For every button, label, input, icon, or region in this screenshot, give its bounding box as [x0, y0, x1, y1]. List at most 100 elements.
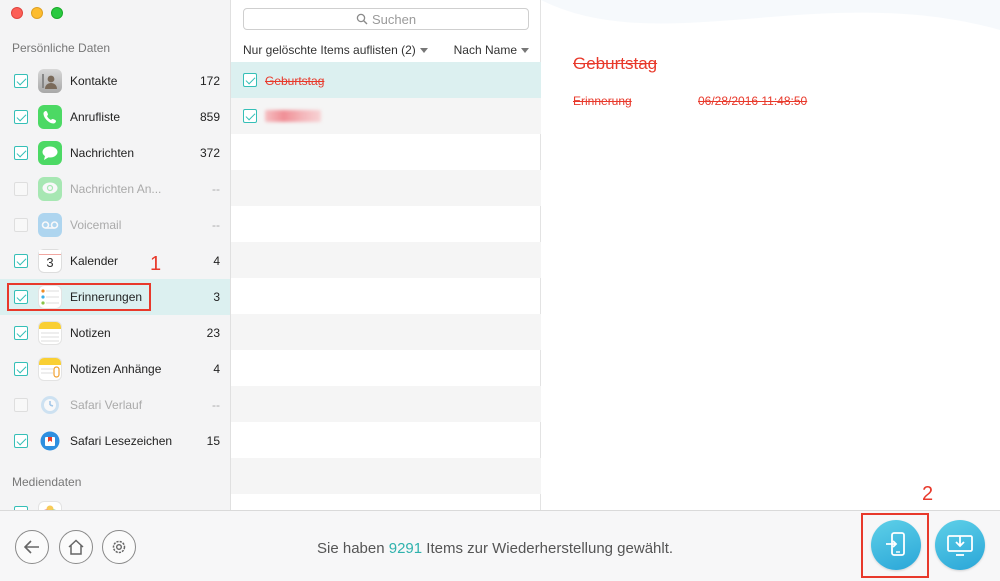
contacts-icon [38, 69, 62, 93]
detail-pane: Geburtstag Erinnerung 06/28/2016 11:48:5… [541, 0, 1000, 510]
section-title-personal: Persönliche Daten [12, 41, 111, 55]
sidebar-item-erinnerungen[interactable]: Erinnerungen 3 [0, 279, 230, 315]
sidebar-item-label: Kontakte [70, 74, 118, 88]
sidebar-item-voicemail[interactable]: Voicemail -- [0, 207, 230, 243]
filter-bar: Nur gelöschte Items auflisten (2) Nach N… [231, 36, 541, 62]
checkbox[interactable] [14, 74, 28, 88]
empty-row [231, 386, 541, 422]
home-icon [68, 539, 84, 555]
bottom-bar: Sie haben 9291 Items zur Wiederherstellu… [0, 510, 1000, 581]
settings-button[interactable] [102, 530, 136, 564]
messages-icon [38, 141, 62, 165]
section-title-media: Mediendaten [12, 475, 82, 489]
checkbox[interactable] [14, 290, 28, 304]
sidebar-item-count: -- [212, 398, 220, 412]
item-list-pane: Suchen Nur gelöschte Items auflisten (2)… [231, 0, 541, 510]
empty-row [231, 314, 541, 350]
sidebar-item-nachrichten-anhaenge[interactable]: Nachrichten An... -- [0, 171, 230, 207]
sidebar-item-label: Erinnerungen [70, 290, 143, 304]
empty-row [231, 278, 541, 314]
home-button[interactable] [59, 530, 93, 564]
sidebar-item-label: Voicemail [70, 218, 122, 232]
deleted-filter-dropdown[interactable]: Nur gelöschte Items auflisten (2) [243, 43, 428, 57]
checkbox[interactable] [14, 398, 28, 412]
checkbox[interactable] [243, 73, 257, 87]
sidebar-item-photos[interactable] [0, 495, 230, 510]
sidebar-item-label: Anrufliste [70, 110, 121, 124]
sidebar-item-count: 3 [213, 290, 220, 304]
sidebar-item-count: 23 [206, 326, 220, 340]
sort-dropdown[interactable]: Nach Name [454, 43, 529, 57]
sidebar-item-label: Nachrichten An... [70, 182, 162, 196]
sidebar-item-label: Nachrichten [70, 146, 135, 160]
sidebar-item-nachrichten[interactable]: Nachrichten 372 [0, 135, 230, 171]
sidebar-item-count: 172 [199, 74, 220, 88]
chevron-down-icon [419, 48, 428, 54]
status-suffix: Items zur Wiederherstellung gewählt. [426, 540, 674, 557]
reminders-icon [38, 285, 62, 309]
sidebar-item-count: 372 [199, 146, 220, 160]
sidebar-item-kalender[interactable]: 3 Kalender 4 [0, 243, 230, 279]
notes-icon [38, 321, 62, 345]
checkbox[interactable] [14, 362, 28, 376]
checkbox[interactable] [14, 326, 28, 340]
sidebar-item-kontakte[interactable]: Kontakte 172 [0, 63, 230, 99]
gear-icon [112, 540, 126, 554]
empty-row [231, 206, 541, 242]
step-2-label: 2 [922, 483, 934, 505]
minimize-window-button[interactable] [31, 7, 43, 19]
maximize-window-button[interactable] [51, 7, 63, 19]
filter-label: Nur gelöschte Items auflisten (2) [243, 43, 416, 57]
category-sidebar: Persönliche Daten Kontakte 172 Anruflist… [0, 0, 231, 510]
empty-row [231, 350, 541, 386]
sidebar-item-safari-lesezeichen[interactable]: Safari Lesezeichen 15 [0, 423, 230, 459]
checkbox[interactable] [14, 218, 28, 232]
sidebar-item-safari-verlauf[interactable]: Safari Verlauf -- [0, 387, 230, 423]
empty-row [231, 170, 541, 206]
status-prefix: Sie haben [317, 540, 385, 557]
window-controls [11, 7, 63, 19]
sidebar-item-notizen-anhaenge[interactable]: Notizen Anhänge 4 [0, 351, 230, 387]
checkbox[interactable] [14, 146, 28, 160]
voicemail-icon [38, 213, 62, 237]
step-1-label: 1 [150, 253, 162, 275]
empty-row [231, 134, 541, 170]
message-attachments-icon [38, 177, 62, 201]
safari-history-icon [38, 393, 62, 417]
back-button[interactable] [15, 530, 49, 564]
detail-title: Geburtstag [573, 54, 658, 73]
checkbox[interactable] [14, 110, 28, 124]
list-item[interactable] [231, 98, 541, 134]
sidebar-item-count: 4 [213, 254, 220, 268]
sidebar-item-anrufliste[interactable]: Anrufliste 859 [0, 99, 230, 135]
sidebar-item-count: -- [212, 182, 220, 196]
empty-row [231, 242, 541, 278]
checkbox[interactable] [14, 434, 28, 448]
calendar-day: 3 [46, 255, 54, 270]
blurred-item-title [265, 110, 321, 122]
chevron-down-icon [521, 48, 529, 54]
checkbox[interactable] [243, 109, 257, 123]
header-decoration [541, 0, 1000, 30]
search-icon [356, 13, 368, 25]
checkbox[interactable] [14, 182, 28, 196]
list-item-title: Geburtstag [265, 74, 325, 88]
calendar-icon: 3 [38, 249, 62, 273]
photos-icon [38, 501, 62, 510]
phone-icon [38, 105, 62, 129]
empty-row [231, 458, 541, 494]
sidebar-item-label: Notizen [70, 326, 111, 340]
item-list: Geburtstag [231, 62, 541, 494]
recover-to-computer-button[interactable] [935, 520, 985, 570]
notes-attachments-icon [38, 357, 62, 381]
sidebar-item-label: Kalender [70, 254, 119, 268]
sidebar-item-label: Safari Lesezeichen [70, 434, 173, 448]
list-item[interactable]: Geburtstag [231, 62, 541, 98]
sidebar-item-count: 4 [213, 362, 220, 376]
recover-to-computer-icon [947, 535, 973, 556]
sidebar-item-notizen[interactable]: Notizen 23 [0, 315, 230, 351]
search-field[interactable]: Suchen [243, 8, 529, 30]
close-window-button[interactable] [11, 7, 23, 19]
checkbox[interactable] [14, 254, 28, 268]
sidebar-item-count: 15 [206, 434, 220, 448]
